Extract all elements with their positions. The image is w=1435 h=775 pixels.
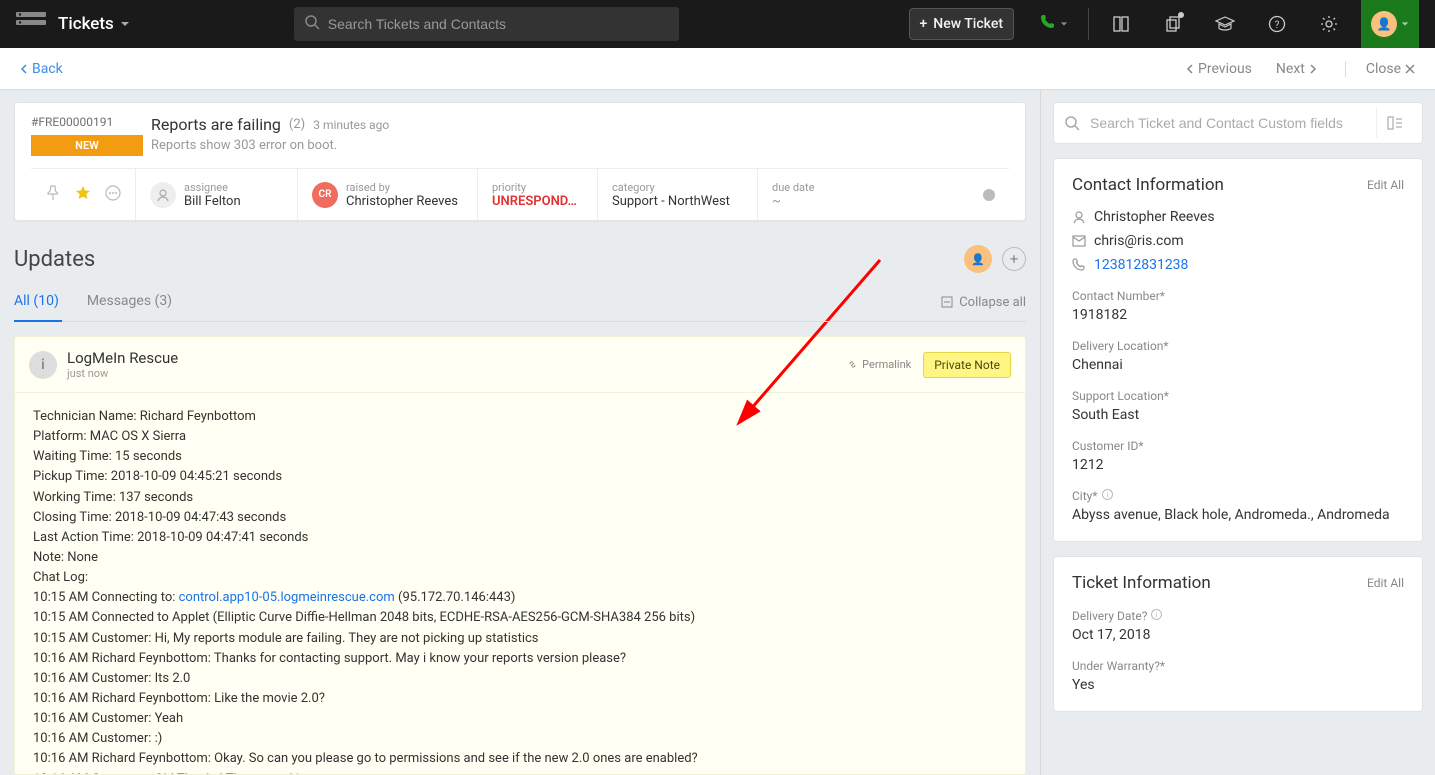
secondary-nav: Back Previous Next Close bbox=[0, 48, 1435, 90]
person-icon bbox=[150, 182, 176, 208]
close-link[interactable]: Close bbox=[1345, 61, 1415, 77]
chevron-down-icon bbox=[120, 14, 130, 34]
category-field[interactable]: category Support - NorthWest bbox=[598, 169, 758, 220]
ticket-id: #FRE00000191 bbox=[31, 115, 143, 129]
search-icon bbox=[304, 14, 320, 34]
global-search-input[interactable] bbox=[328, 16, 669, 32]
gear-icon[interactable] bbox=[1309, 0, 1349, 48]
plus-icon: + bbox=[920, 16, 928, 32]
field-delivery-location[interactable]: Delivery Location* Chennai bbox=[1072, 339, 1404, 373]
contact-info-panel: Contact Information Edit All Christopher… bbox=[1053, 158, 1423, 542]
note-timestamp: just now bbox=[67, 367, 178, 380]
custom-fields-search[interactable] bbox=[1053, 102, 1423, 144]
pin-icon[interactable] bbox=[45, 185, 61, 205]
new-ticket-label: New Ticket bbox=[933, 16, 1003, 32]
updates-heading: Updates bbox=[14, 247, 964, 272]
info-icon[interactable]: i bbox=[1151, 609, 1162, 623]
assignee-field[interactable]: assignee Bill Felton bbox=[136, 169, 298, 220]
ticket-actions bbox=[31, 169, 136, 220]
ticket-title: Reports are failing bbox=[151, 115, 281, 134]
info-icon: i bbox=[29, 351, 57, 379]
graduation-icon[interactable] bbox=[1205, 0, 1245, 48]
ticket-age: 3 minutes ago bbox=[313, 118, 389, 132]
due-date-field[interactable]: due date ~ bbox=[758, 169, 1009, 220]
user-menu[interactable]: 👤 bbox=[1361, 0, 1419, 48]
module-label: Tickets bbox=[58, 14, 114, 34]
add-participant-button[interactable]: + bbox=[1002, 247, 1026, 271]
previous-link[interactable]: Previous bbox=[1186, 61, 1252, 77]
raised-by-field[interactable]: CR raised by Christopher Reeves bbox=[298, 169, 478, 220]
edit-all-ticket-link[interactable]: Edit All bbox=[1367, 576, 1404, 590]
svg-text:?: ? bbox=[1275, 20, 1280, 31]
contact-name-row[interactable]: Christopher Reeves bbox=[1072, 209, 1404, 225]
book-icon[interactable] bbox=[1101, 0, 1141, 48]
private-note-badge: Private Note bbox=[923, 352, 1011, 378]
field-delivery-date[interactable]: Delivery Date? i Oct 17, 2018 bbox=[1072, 609, 1404, 643]
note-body: Technician Name: Richard FeynbottomPlatf… bbox=[15, 393, 1025, 774]
contact-email-row[interactable]: chris@ris.com bbox=[1072, 233, 1404, 249]
ticket-detail-pane: #FRE00000191 NEW Reports are failing (2)… bbox=[0, 90, 1040, 775]
svg-text:i: i bbox=[1156, 612, 1158, 620]
field-support-location[interactable]: Support Location* South East bbox=[1072, 389, 1404, 423]
chevron-down-icon bbox=[1401, 16, 1409, 32]
new-ticket-button[interactable]: + New Ticket bbox=[909, 8, 1015, 40]
copy-icon[interactable] bbox=[1153, 0, 1193, 48]
avatar: 👤 bbox=[1371, 11, 1397, 37]
permalink-link[interactable]: Permalink bbox=[847, 358, 911, 371]
chevron-down-icon bbox=[1060, 16, 1068, 32]
raised-avatar: CR bbox=[312, 182, 338, 208]
ticket-info-title: Ticket Information bbox=[1072, 573, 1367, 593]
ticket-pager: Previous Next Close bbox=[1186, 61, 1415, 77]
module-selector[interactable]: Tickets bbox=[58, 14, 130, 34]
ticket-info-panel: Ticket Information Edit All Delivery Dat… bbox=[1053, 556, 1423, 712]
ticket-header-card: #FRE00000191 NEW Reports are failing (2)… bbox=[14, 102, 1026, 221]
help-icon[interactable]: ? bbox=[1257, 0, 1297, 48]
tab-messages[interactable]: Messages (3) bbox=[87, 283, 172, 321]
ticket-count: (2) bbox=[289, 117, 305, 132]
app-logo-icon[interactable] bbox=[16, 12, 46, 36]
contact-info-title: Contact Information bbox=[1072, 175, 1367, 195]
status-dot bbox=[983, 189, 995, 201]
tab-all[interactable]: All (10) bbox=[14, 283, 59, 321]
phone-button[interactable] bbox=[1032, 0, 1076, 48]
field-city[interactable]: City* i Abyss avenue, Black hole, Androm… bbox=[1072, 489, 1404, 523]
notification-dot bbox=[1178, 12, 1184, 18]
custom-fields-search-input[interactable] bbox=[1090, 115, 1376, 131]
next-link[interactable]: Next bbox=[1276, 61, 1317, 77]
filter-button[interactable] bbox=[1376, 108, 1412, 138]
note-author: LogMeIn Rescue bbox=[67, 349, 178, 367]
star-icon[interactable] bbox=[75, 185, 91, 205]
phone-icon bbox=[1040, 14, 1056, 34]
field-warranty[interactable]: Under Warranty?* Yes bbox=[1072, 659, 1404, 693]
info-icon[interactable]: i bbox=[1102, 489, 1113, 503]
back-link[interactable]: Back bbox=[20, 61, 63, 77]
field-customer-id[interactable]: Customer ID* 1212 bbox=[1072, 439, 1404, 473]
svg-text:i: i bbox=[1106, 492, 1108, 500]
back-label: Back bbox=[32, 61, 63, 77]
field-contact-number[interactable]: Contact Number* 1918182 bbox=[1072, 289, 1404, 323]
status-badge: NEW bbox=[31, 135, 143, 156]
edit-all-contact-link[interactable]: Edit All bbox=[1367, 178, 1404, 192]
sidebar-pane: Contact Information Edit All Christopher… bbox=[1040, 90, 1435, 775]
topbar: Tickets + New Ticket ? 👤 bbox=[0, 0, 1435, 48]
ticket-description: Reports show 303 error on boot. bbox=[151, 138, 1009, 153]
contact-phone-row[interactable]: 123812831238 bbox=[1072, 257, 1404, 273]
more-icon[interactable] bbox=[105, 185, 121, 205]
participant-avatar[interactable]: 👤 bbox=[964, 245, 992, 273]
priority-field[interactable]: priority UNRESPOND… bbox=[478, 169, 598, 220]
note-card: i LogMeIn Rescue just now Permalink Priv… bbox=[14, 336, 1026, 775]
collapse-all-button[interactable]: Collapse all bbox=[941, 295, 1026, 310]
updates-tabs: All (10) Messages (3) Collapse all bbox=[14, 283, 1026, 322]
global-search[interactable] bbox=[294, 7, 679, 41]
